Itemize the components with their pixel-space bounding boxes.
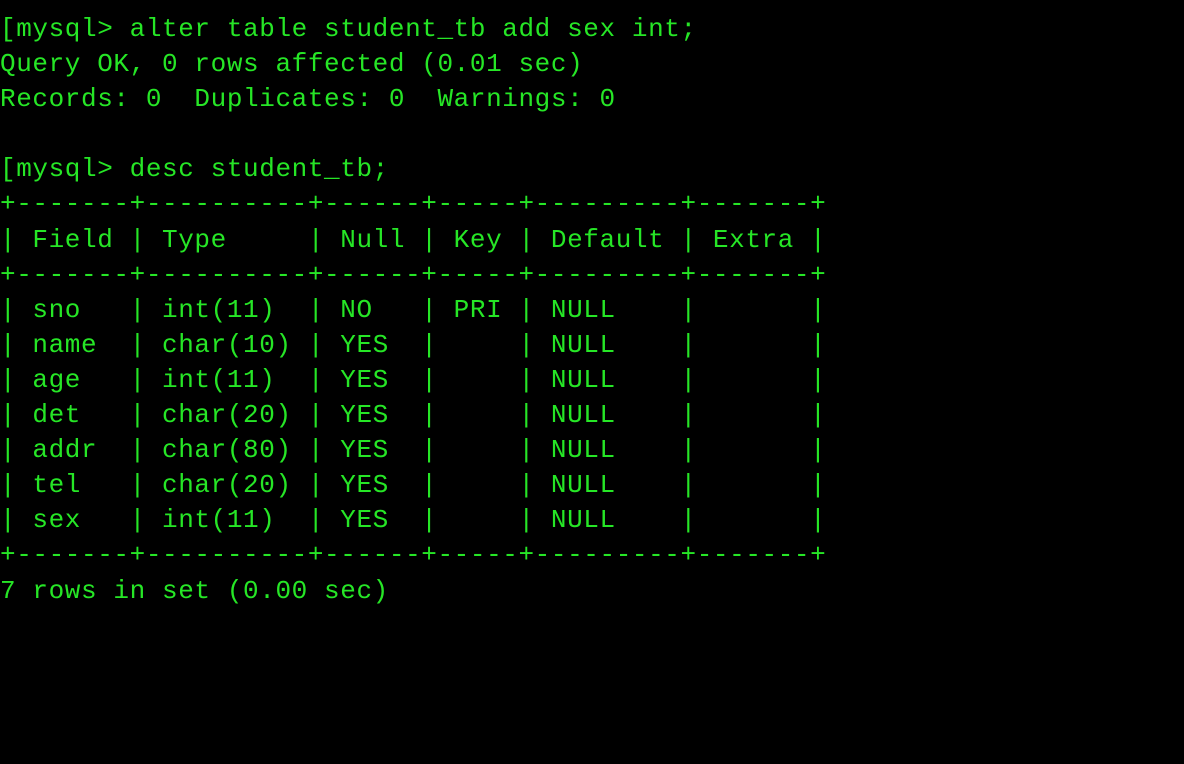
table-row: | tel | char(20) | YES | | NULL | |	[0, 470, 826, 500]
table-row: | sno | int(11) | NO | PRI | NULL | |	[0, 295, 826, 325]
table-row: | addr | char(80) | YES | | NULL | |	[0, 435, 826, 465]
table-row: | sex | int(11) | YES | | NULL | |	[0, 505, 826, 535]
table-row: | age | int(11) | YES | | NULL | |	[0, 365, 826, 395]
table-header-row: | Field | Type | Null | Key | Default | …	[0, 225, 826, 255]
result-line-ok: Query OK, 0 rows affected (0.01 sec)	[0, 49, 583, 79]
table-footer: 7 rows in set (0.00 sec)	[0, 576, 389, 606]
command-line-2[interactable]: [mysql> desc student_tb;	[0, 154, 389, 184]
terminal-output: [mysql> alter table student_tb add sex i…	[0, 0, 1184, 609]
command-line-1[interactable]: [mysql> alter table student_tb add sex i…	[0, 14, 697, 44]
table-row: | det | char(20) | YES | | NULL | |	[0, 400, 826, 430]
table-border-mid: +-------+----------+------+-----+-------…	[0, 260, 826, 290]
table-border-bottom: +-------+----------+------+-----+-------…	[0, 540, 826, 570]
table-border-top: +-------+----------+------+-----+-------…	[0, 189, 826, 219]
table-row: | name | char(10) | YES | | NULL | |	[0, 330, 826, 360]
result-line-records: Records: 0 Duplicates: 0 Warnings: 0	[0, 84, 616, 114]
